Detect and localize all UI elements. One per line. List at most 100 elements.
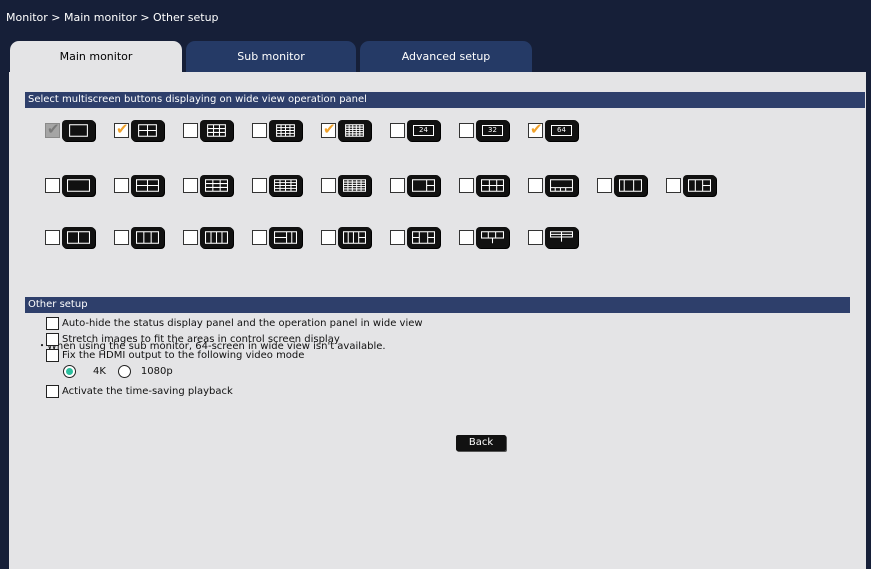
multiscreen-checkbox[interactable] [114,230,129,245]
multiscreen-checkbox[interactable] [390,230,405,245]
layout-1+1b-icon[interactable] [683,175,716,196]
multiscreen-button-1+2v[interactable] [252,227,310,249]
multiscreen-button-3[interactable] [114,227,172,249]
multiscreen-checkbox[interactable] [183,178,198,193]
layout-1+3-icon[interactable] [476,175,509,196]
layout-24-icon[interactable]: 24 [407,120,440,141]
layout-1+1-icon[interactable] [614,175,647,196]
multiscreen-checkbox[interactable] [114,178,129,193]
multiscreen-button-2[interactable] [45,227,103,249]
layout-1+2-icon[interactable] [407,175,440,196]
tab-main-monitor[interactable]: Main monitor [10,41,182,72]
layout-count-label: 32 [482,125,503,136]
auto-hide-label: Auto-hide the status display panel and t… [62,318,423,329]
multiscreen-button-1+1b[interactable] [666,175,724,197]
multiscreen-button-1[interactable]: ✔ [45,120,103,142]
layout-4-col-icon[interactable] [200,227,233,248]
layout-1+2v-icon[interactable] [269,227,302,248]
multiscreen-button-64[interactable]: ✔ 64 [528,120,586,142]
multiscreen-button-32[interactable]: 32 [459,120,517,142]
layout-count-label: 64 [551,125,572,136]
multiscreen-checkbox[interactable] [252,123,267,138]
multiscreen-button-t-layout[interactable] [459,227,517,249]
multiscreen-checkbox[interactable] [528,178,543,193]
multiscreen-button-1-wide[interactable] [45,175,103,197]
layout-1-wide-icon[interactable] [62,175,95,196]
stretch-option[interactable]: Stretch images to fit the areas in contr… [46,332,340,347]
multiscreen-checkbox[interactable] [459,123,474,138]
multiscreen-button-16[interactable] [252,120,310,142]
multiscreen-button-9[interactable] [183,120,241,142]
multiscreen-checkbox[interactable] [252,230,267,245]
layout-1+5-icon[interactable] [545,175,578,196]
multiscreen-checkbox[interactable] [390,178,405,193]
multiscreen-checkbox[interactable] [321,230,336,245]
multiscreen-checkbox[interactable] [459,230,474,245]
layout-2-icon[interactable] [62,227,95,248]
stretch-checkbox[interactable] [46,333,59,346]
multiscreen-button-1+3v[interactable] [321,227,379,249]
layout-16-wide-icon[interactable] [269,175,302,196]
layout-1+3v-icon[interactable] [338,227,371,248]
multiscreen-button-24[interactable]: 24 [390,120,448,142]
multiscreen-checkbox[interactable] [321,178,336,193]
multiscreen-checkbox[interactable]: ✔ [321,120,336,138]
layout-25-icon[interactable] [338,120,371,141]
multiscreen-checkbox[interactable] [597,178,612,193]
multiscreen-button-16-wide[interactable] [252,175,310,197]
checkmark-icon: ✔ [116,120,129,138]
multiscreen-checkbox[interactable] [666,178,681,193]
layout-4-icon[interactable] [131,120,164,141]
fix-hdmi-checkbox[interactable] [46,349,59,362]
time-saving-checkbox[interactable] [46,385,59,398]
radio-1080p-label: 1080p [140,366,173,377]
time-saving-option[interactable]: Activate the time-saving playback [46,384,233,399]
breadcrumb: Monitor > Main monitor > Other setup [6,11,219,24]
multiscreen-button-25-wide[interactable] [321,175,379,197]
multiscreen-checkbox[interactable]: ✔ [528,122,543,138]
tab-sub-monitor[interactable]: Sub monitor [186,41,356,72]
layout-t-layout-icon[interactable] [476,227,509,248]
multiscreen-checkbox[interactable]: ✔ [114,120,129,138]
multiscreen-checkbox[interactable] [183,123,198,138]
multiscreen-button-9-wide[interactable] [183,175,241,197]
multiscreen-button-4-wide[interactable] [114,175,172,197]
auto-hide-checkbox[interactable] [46,317,59,330]
multiscreen-checkbox[interactable] [183,230,198,245]
multiscreen-button-4-col[interactable] [183,227,241,249]
layout-32-icon[interactable]: 32 [476,120,509,141]
layout-9-wide-icon[interactable] [200,175,233,196]
radio-4k[interactable] [63,365,76,378]
screen: Monitor > Main monitor > Other setup Mai… [0,0,871,569]
back-button[interactable]: Back [456,435,506,451]
layout-64-icon[interactable]: 64 [545,120,578,141]
layout-3-icon[interactable] [131,227,164,248]
multiscreen-checkbox[interactable] [390,123,405,138]
multiscreen-button-1+2[interactable] [390,175,448,197]
multiscreen-button-t-layout-2[interactable] [528,227,586,249]
layout-16-icon[interactable] [269,120,302,141]
layout-2+2-icon[interactable] [407,227,440,248]
multiscreen-checkbox[interactable] [45,178,60,193]
multiscreen-button-1+5[interactable] [528,175,586,197]
layout-t-layout-2-icon[interactable] [545,227,578,248]
layout-25-wide-icon[interactable] [338,175,371,196]
layout-4-wide-icon[interactable] [131,175,164,196]
multiscreen-checkbox[interactable] [45,230,60,245]
multiscreen-button-2+2[interactable] [390,227,448,249]
checkmark-icon: ✔ [47,120,60,138]
layout-1-icon[interactable] [62,120,95,141]
layout-9-icon[interactable] [200,120,233,141]
multiscreen-button-25[interactable]: ✔ [321,120,379,142]
tab-advanced-setup[interactable]: Advanced setup [360,41,532,72]
auto-hide-option[interactable]: Auto-hide the status display panel and t… [46,316,423,331]
multiscreen-button-1+3[interactable] [459,175,517,197]
multiscreen-button-1+1[interactable] [597,175,655,197]
multiscreen-checkbox[interactable] [252,178,267,193]
radio-1080p[interactable] [117,365,131,378]
multiscreen-button-4[interactable]: ✔ [114,120,172,142]
multiscreen-checkbox[interactable] [528,230,543,245]
fix-hdmi-option[interactable]: Fix the HDMI output to the following vid… [46,348,304,363]
multiscreen-checkbox[interactable] [459,178,474,193]
checkmark-icon: ✔ [323,120,336,138]
